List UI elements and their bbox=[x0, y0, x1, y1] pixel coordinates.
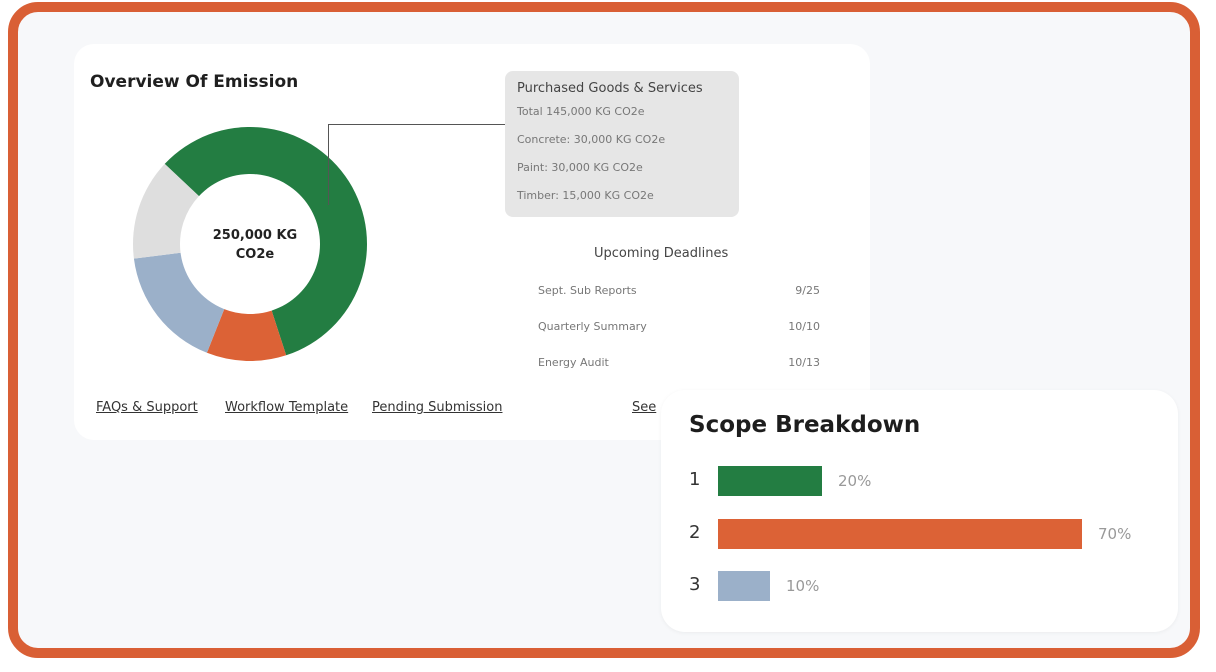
scope-percent: 20% bbox=[838, 472, 872, 490]
pending-submission-link[interactable]: Pending Submission bbox=[372, 400, 502, 415]
tooltip-title: Purchased Goods & Services bbox=[517, 81, 703, 96]
tooltip-line: Total 145,000 KG CO2e bbox=[517, 105, 645, 118]
donut-total: 250,000 KG CO2e bbox=[180, 226, 330, 264]
tooltip-line: Timber: 15,000 KG CO2e bbox=[517, 189, 654, 202]
scope-row: 2 70% bbox=[661, 519, 1178, 549]
deadline-date: 10/13 bbox=[788, 356, 820, 369]
faqs-support-link[interactable]: FAQs & Support bbox=[96, 400, 198, 415]
donut-segment[interactable] bbox=[133, 252, 225, 353]
scope-row: 1 20% bbox=[661, 466, 1178, 496]
tooltip-line: Paint: 30,000 KG CO2e bbox=[517, 161, 643, 174]
scope-bar[interactable] bbox=[718, 571, 770, 601]
deadline-item[interactable]: Sept. Sub Reports 9/25 bbox=[538, 284, 820, 304]
overview-title: Overview Of Emission bbox=[90, 72, 299, 92]
overview-card: Overview Of Emission 250,000 KG CO2e Pur… bbox=[74, 44, 870, 440]
scope-bar[interactable] bbox=[718, 466, 822, 496]
deadline-item[interactable]: Quarterly Summary 10/10 bbox=[538, 320, 820, 340]
scope-bar[interactable] bbox=[718, 519, 1082, 549]
scope-row: 3 10% bbox=[661, 571, 1178, 601]
deadline-item[interactable]: Energy Audit 10/13 bbox=[538, 356, 820, 376]
donut-total-unit: CO2e bbox=[235, 247, 275, 262]
scope-label: 2 bbox=[689, 522, 701, 543]
deadline-label: Sept. Sub Reports bbox=[538, 284, 637, 297]
deadline-label: Energy Audit bbox=[538, 356, 609, 369]
tooltip-line: Concrete: 30,000 KG CO2e bbox=[517, 133, 666, 146]
deadline-date: 9/25 bbox=[795, 284, 820, 297]
deadlines-title: Upcoming Deadlines bbox=[594, 246, 729, 261]
scope-label: 3 bbox=[689, 574, 701, 595]
deadline-label: Quarterly Summary bbox=[538, 320, 647, 333]
scope-percent: 10% bbox=[786, 577, 820, 595]
see-all-link[interactable]: See bbox=[632, 400, 656, 415]
scope-title: Scope Breakdown bbox=[689, 412, 921, 438]
scope-label: 1 bbox=[689, 469, 701, 490]
segment-tooltip: Purchased Goods & Services Total 145,000… bbox=[505, 71, 739, 217]
deadline-date: 10/10 bbox=[788, 320, 820, 333]
workflow-template-link[interactable]: Workflow Template bbox=[225, 400, 348, 415]
app-frame: Overview Of Emission 250,000 KG CO2e Pur… bbox=[8, 2, 1200, 658]
donut-total-value: 250,000 KG bbox=[212, 228, 298, 243]
scope-percent: 70% bbox=[1098, 525, 1132, 543]
scope-breakdown-card: Scope Breakdown 1 20% 2 70% 3 10% bbox=[661, 390, 1178, 632]
tooltip-leader-line bbox=[328, 124, 507, 205]
